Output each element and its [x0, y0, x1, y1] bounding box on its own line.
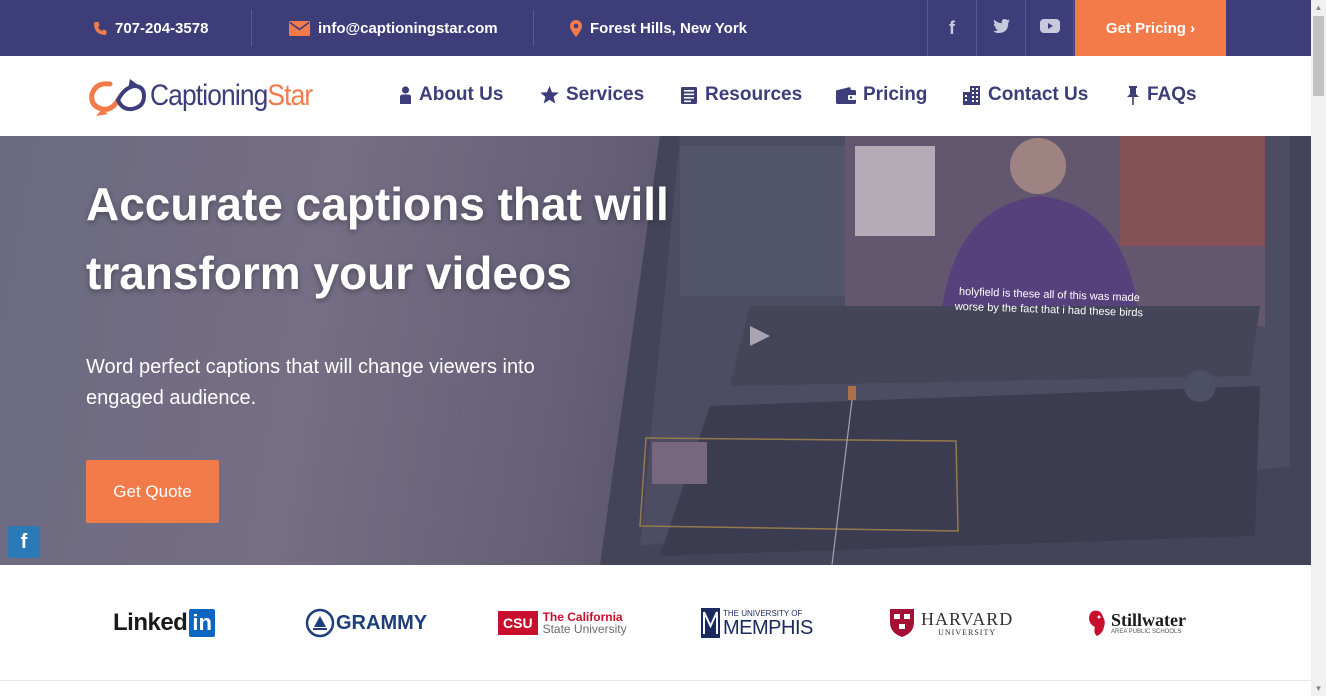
divider: [251, 10, 252, 46]
divider: [533, 10, 534, 46]
stillwater-logo-text: Stillwater AREA PUBLIC SCHOOLS: [1111, 611, 1186, 635]
memphis-logo: THE UNIVERSITY OF MEMPHIS: [701, 565, 813, 681]
get-pricing-button[interactable]: Get Pricing ›: [1075, 0, 1226, 56]
phone-icon: [93, 21, 107, 36]
location-text: Forest Hills, New York: [590, 19, 747, 37]
linkedin-logo: Linked in: [113, 565, 215, 681]
wallet-icon: [836, 86, 856, 104]
phone-number: 707-204-3578: [115, 19, 209, 37]
nav-item-label: Services: [566, 84, 645, 105]
nav-item-label: Contact Us: [988, 84, 1089, 105]
stillwater-logo: Stillwater AREA PUBLIC SCHOOLS: [1087, 565, 1186, 681]
logo-wordmark: CaptioningStar: [150, 79, 313, 113]
main-navigation: CaptioningStar About Us Services Resourc…: [0, 56, 1311, 136]
nav-item-label: FAQs: [1147, 84, 1197, 105]
book-icon: [680, 86, 698, 105]
site-logo[interactable]: CaptioningStar: [88, 74, 334, 118]
memphis-monogram-icon: [701, 608, 720, 638]
nav-item-label: Pricing: [863, 84, 928, 105]
map-pin-icon: [570, 19, 582, 37]
nav-item-label: Resources: [705, 84, 803, 105]
star-icon: [540, 86, 559, 104]
harvard-logo-line: HARVARD: [921, 608, 1014, 629]
linkedin-logo-badge: in: [189, 609, 215, 637]
scroll-up-arrow-icon[interactable]: ▲: [1311, 0, 1326, 15]
logo-wordmark-captioning: Captioning: [150, 79, 268, 112]
stillwater-logo-line: AREA PUBLIC SCHOOLS: [1111, 629, 1182, 635]
phone-contact[interactable]: 707-204-3578: [93, 0, 208, 56]
captioning-star-logo-icon: [89, 79, 147, 116]
nav-services[interactable]: Services: [540, 84, 644, 106]
hero-subtitle: Word perfect captions that will change v…: [86, 356, 535, 409]
top-bar: 707-204-3578 info@captioningstar.com For…: [0, 0, 1311, 56]
nav-contact-us[interactable]: Contact Us: [962, 84, 1088, 106]
nav-resources[interactable]: Resources: [680, 84, 802, 106]
client-logos-strip: Linked in GRAMMY CSU The California Stat…: [0, 565, 1311, 681]
nav-item-label: About Us: [419, 84, 504, 105]
scroll-down-arrow-icon[interactable]: ▼: [1311, 681, 1326, 696]
memphis-logo-text: THE UNIVERSITY OF MEMPHIS: [723, 609, 813, 638]
facebook-icon: f: [20, 530, 28, 553]
facebook-icon: f: [949, 17, 955, 38]
csu-logo-badge: CSU: [498, 611, 538, 635]
linkedin-logo-text: Linked: [113, 609, 188, 636]
youtube-icon: [1039, 18, 1060, 38]
hero-title: Accurate captions that will transform yo…: [86, 178, 669, 299]
hero-banner: holyfield is these all of this was made …: [0, 136, 1311, 565]
nav-faqs[interactable]: FAQs: [1126, 84, 1197, 106]
scrollbar-thumb[interactable]: [1313, 16, 1324, 96]
email-address: info@captioningstar.com: [318, 19, 498, 37]
pushpin-icon: [1126, 85, 1140, 105]
twitter-icon: [992, 18, 1010, 38]
share-facebook-button[interactable]: f: [8, 526, 40, 558]
harvard-logo: HARVARD UNIVERSITY: [889, 565, 1013, 681]
youtube-link[interactable]: [1025, 0, 1074, 56]
grammy-logo-text: GRAMMY: [336, 611, 428, 634]
stillwater-logo-line: Stillwater: [1111, 610, 1186, 630]
csu-logo-line: State University: [542, 622, 627, 636]
twitter-link[interactable]: [976, 0, 1025, 56]
facebook-link[interactable]: f: [927, 0, 976, 56]
harvard-logo-line: UNIVERSITY: [938, 627, 997, 637]
csu-logo-text: The California State University: [543, 611, 627, 635]
grammy-logo: GRAMMY: [305, 565, 427, 681]
csu-logo: CSU The California State University: [498, 565, 627, 681]
get-quote-button[interactable]: Get Quote: [86, 460, 219, 523]
envelope-icon: [289, 20, 310, 36]
logo-wordmark-star: Star: [267, 79, 313, 112]
harvard-logo-text: HARVARD UNIVERSITY: [921, 610, 1013, 637]
email-contact[interactable]: info@captioningstar.com: [289, 0, 498, 56]
stillwater-pony-icon: [1089, 610, 1105, 636]
grammy-gramophone-icon: [305, 608, 335, 638]
nav-pricing[interactable]: Pricing: [836, 84, 927, 106]
person-icon: [399, 86, 412, 104]
harvard-shield-icon: [890, 609, 914, 637]
building-icon: [962, 85, 981, 105]
location-contact: Forest Hills, New York: [570, 0, 747, 56]
memphis-logo-line: MEMPHIS: [723, 616, 813, 639]
nav-about-us[interactable]: About Us: [399, 84, 503, 106]
page-scrollbar[interactable]: ▲ ▼: [1311, 0, 1326, 696]
